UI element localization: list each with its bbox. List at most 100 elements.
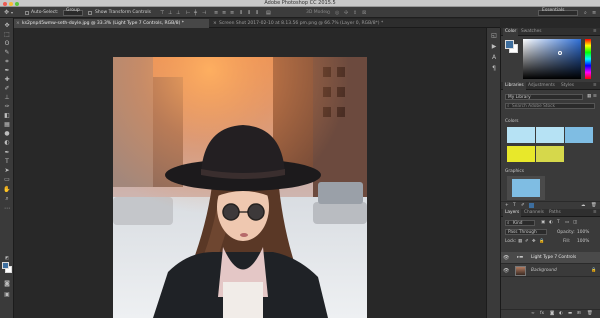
tab-styles[interactable]: Styles xyxy=(561,82,574,90)
tab-libraries[interactable]: Libraries xyxy=(503,82,526,90)
clone-stamp-tool-icon[interactable]: ⊥ xyxy=(3,94,11,101)
auto-select-checkbox[interactable] xyxy=(25,10,29,15)
3d-pan-icon[interactable]: ✣ xyxy=(344,10,348,16)
hand-tool-icon[interactable]: ✋ xyxy=(3,186,11,193)
library-graphic-tile[interactable] xyxy=(507,176,545,200)
adjustment-layer-icon[interactable]: ◐ xyxy=(559,311,563,316)
rectangle-tool-icon[interactable]: ▭ xyxy=(3,176,11,183)
layer-filter-dropdown[interactable]: ⌕ Kind xyxy=(505,220,535,226)
align-right-icon[interactable]: ⊣ xyxy=(202,10,206,16)
history-brush-tool-icon[interactable]: ✑ xyxy=(3,103,11,110)
auto-align-icon[interactable]: ▤ xyxy=(266,10,271,16)
tab-paths[interactable]: Paths xyxy=(549,209,561,217)
3d-scale-icon[interactable]: ⊠ xyxy=(362,10,366,16)
move-tool-icon[interactable]: ✥ xyxy=(3,22,11,29)
panel-menu-icon[interactable]: ≡ xyxy=(593,28,597,36)
new-group-icon[interactable]: ▬ xyxy=(568,311,572,316)
3d-orbit-icon[interactable]: ⟲ xyxy=(326,10,330,16)
distribute-middle-icon[interactable]: ≡ xyxy=(222,10,226,16)
type-tool-icon[interactable]: T xyxy=(3,158,11,165)
distribute-top-icon[interactable]: ≡ xyxy=(214,10,218,16)
gradient-tool-icon[interactable]: ▦ xyxy=(3,121,11,128)
trash-icon[interactable]: 🗑 xyxy=(591,203,596,208)
align-bottom-icon[interactable]: ⊥ xyxy=(176,10,180,16)
add-content-icon[interactable]: + xyxy=(505,203,509,208)
color-picker-handle[interactable] xyxy=(558,51,562,55)
library-selector[interactable]: My Library xyxy=(505,94,583,100)
crop-tool-icon[interactable]: ⌗ xyxy=(3,58,11,65)
lock-pixels-icon[interactable]: ✐ xyxy=(525,239,529,244)
transform-controls-checkbox[interactable] xyxy=(88,10,92,15)
tab-active-document[interactable]: × ks2pnp45wmw-seth-doyle.jpg @ 33.3% (Li… xyxy=(14,19,209,28)
eyedropper-tool-icon[interactable]: ✒ xyxy=(3,67,11,74)
align-left-icon[interactable]: ⊢ xyxy=(186,10,190,16)
filter-smart-object-icon[interactable]: ◫ xyxy=(573,220,577,225)
workspace-switcher[interactable]: Essentials xyxy=(538,8,578,16)
zoom-tool-icon[interactable]: ⌕ xyxy=(3,195,11,202)
eraser-tool-icon[interactable]: ◧ xyxy=(3,112,11,119)
lock-all-icon[interactable]: 🔒 xyxy=(539,239,544,244)
screen-mode-icon[interactable]: ▣ xyxy=(3,291,11,298)
filter-shape-icon[interactable]: ▭ xyxy=(565,220,569,225)
tab-screenshot-document[interactable]: × Screen Shot 2017-02-10 at 8.13.56 pm.p… xyxy=(211,19,401,28)
visibility-eye-icon[interactable]: 👁 xyxy=(503,255,509,261)
tab-adjustments[interactable]: Adjustments xyxy=(528,82,555,90)
filter-pixel-icon[interactable]: ▣ xyxy=(541,220,545,225)
healing-brush-tool-icon[interactable]: ✚ xyxy=(3,76,11,83)
dodge-tool-icon[interactable]: ◐ xyxy=(3,139,11,146)
distribute-center-icon[interactable]: ⫴ xyxy=(248,10,250,16)
tab-channels[interactable]: Channels xyxy=(524,209,544,217)
filter-type-icon[interactable]: T xyxy=(557,220,560,225)
lasso-tool-icon[interactable]: ʘ xyxy=(3,40,11,47)
color-spectrum-field[interactable] xyxy=(523,39,581,79)
link-layers-icon[interactable]: ∞ xyxy=(531,311,535,316)
stock-search-input[interactable]: ⌕ Search Adobe Stock xyxy=(505,103,595,109)
lock-transparency-icon[interactable]: ▦ xyxy=(518,239,522,244)
cloud-sync-icon[interactable]: ☁ xyxy=(581,203,585,208)
foreground-color-swatch[interactable] xyxy=(2,262,9,269)
paragraph-panel-icon[interactable]: ¶ xyxy=(490,65,498,72)
library-color-tile[interactable] xyxy=(536,146,564,162)
library-color-tile[interactable] xyxy=(507,127,535,143)
align-top-icon[interactable]: ⊤ xyxy=(160,10,164,16)
blend-mode-dropdown[interactable]: Pass Through xyxy=(505,229,547,235)
quick-mask-icon[interactable]: ◙ xyxy=(3,280,11,287)
brush-icon[interactable]: ✐ xyxy=(521,203,525,208)
delete-layer-icon[interactable]: 🗑 xyxy=(587,311,592,316)
layer-row-background[interactable]: 👁 Background 🔒 xyxy=(501,265,600,277)
tab-color[interactable]: Color xyxy=(503,28,519,36)
fill-color-icon[interactable] xyxy=(529,203,534,208)
distribute-bottom-icon[interactable]: ≡ xyxy=(230,10,234,16)
opacity-value[interactable]: 100% xyxy=(577,230,589,235)
document-canvas[interactable] xyxy=(113,57,367,318)
library-color-tile[interactable] xyxy=(565,127,593,143)
actions-panel-icon[interactable]: ▶ xyxy=(490,43,498,50)
3d-roll-icon[interactable]: ◎ xyxy=(335,10,339,16)
marquee-tool-icon[interactable]: ⬚ xyxy=(3,31,11,38)
color-foreground-swatch[interactable] xyxy=(505,40,514,49)
pen-tool-icon[interactable]: ✒ xyxy=(3,149,11,156)
fill-value[interactable]: 100% xyxy=(577,239,589,244)
brush-tool-icon[interactable]: ✐ xyxy=(3,85,11,92)
visibility-eye-icon[interactable]: 👁 xyxy=(503,268,509,274)
search-icon[interactable]: ⌕ xyxy=(584,10,587,16)
tab-swatches[interactable]: Swatches xyxy=(521,28,542,36)
text-style-icon[interactable]: T xyxy=(513,203,516,208)
new-layer-icon[interactable]: ⊞ xyxy=(577,311,581,316)
more-tools-icon[interactable]: ⋯ xyxy=(3,205,11,212)
layer-mask-icon[interactable]: ◙ xyxy=(550,311,554,316)
character-panel-icon[interactable]: A xyxy=(490,54,498,61)
default-colors-icon[interactable]: ◩ xyxy=(3,254,11,261)
hue-slider[interactable] xyxy=(585,39,591,79)
close-tab-icon[interactable]: × xyxy=(16,19,20,28)
distribute-left-icon[interactable]: ⫴ xyxy=(240,10,242,16)
distribute-right-icon[interactable]: ⫴ xyxy=(256,10,258,16)
panel-menu-icon[interactable]: ≡ xyxy=(593,209,597,217)
menu-icon[interactable]: ≡ xyxy=(592,10,596,16)
list-view-icon[interactable]: ☰ xyxy=(593,94,597,99)
grid-view-icon[interactable]: ▦ xyxy=(587,94,591,99)
layer-row-group[interactable]: 👁 ▸▬ Light Type 7 Controls xyxy=(501,252,600,264)
lock-position-icon[interactable]: ✥ xyxy=(532,239,536,244)
path-selection-tool-icon[interactable]: ➤ xyxy=(3,167,11,174)
align-middle-icon[interactable]: ⊥ xyxy=(168,10,172,16)
